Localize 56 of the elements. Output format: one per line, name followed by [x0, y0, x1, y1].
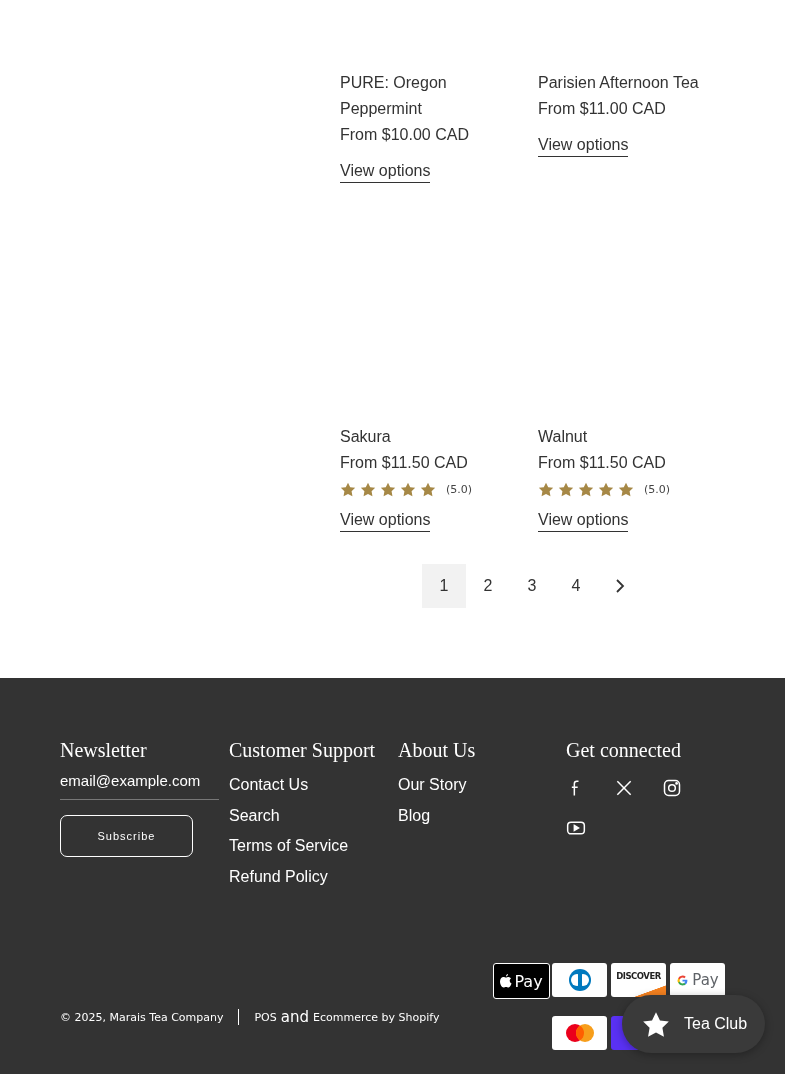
star-icon	[578, 482, 594, 497]
product-price: From $11.50 CAD	[340, 453, 468, 473]
page-link[interactable]: 3	[510, 564, 554, 608]
view-options-link[interactable]: View options	[340, 509, 431, 532]
page-link[interactable]: 4	[554, 564, 598, 608]
google-pay-badge: Pay	[670, 963, 725, 997]
pos-link[interactable]: POS	[254, 1010, 277, 1024]
column-heading: Get connected	[566, 738, 682, 762]
star-icon	[420, 482, 436, 497]
star-icon	[618, 482, 634, 497]
rating-value: (5.0)	[446, 483, 473, 496]
view-options-link[interactable]: View options	[538, 134, 629, 157]
column-heading: Customer Support	[229, 738, 377, 762]
footer-link[interactable]: Blog	[398, 800, 566, 831]
star-icon	[598, 482, 614, 497]
ecommerce-link[interactable]: Ecommerce by Shopify	[313, 1010, 440, 1024]
product-price: From $11.00 CAD	[538, 99, 666, 119]
x-icon[interactable]	[614, 778, 634, 798]
footer-link[interactable]: Our Story	[398, 770, 566, 801]
footer-link[interactable]: Terms of Service	[229, 831, 398, 862]
rating-value: (5.0)	[644, 483, 671, 496]
page-link[interactable]: 2	[466, 564, 510, 608]
view-options-link[interactable]: View options	[538, 509, 629, 532]
subscribe-button[interactable]: Subscribe	[60, 815, 193, 857]
email-field[interactable]: email@example.com	[60, 770, 219, 800]
star-icon	[360, 482, 376, 497]
chevron-right-icon	[615, 579, 625, 593]
column-heading: About Us	[398, 738, 477, 762]
star-icon	[558, 482, 574, 497]
page-link[interactable]: 1	[422, 564, 466, 608]
apple-pay-badge: Pay	[493, 963, 550, 999]
diners-badge	[552, 963, 607, 997]
footer-link[interactable]: Refund Policy	[229, 861, 398, 892]
company-link[interactable]: Marais Tea Company	[109, 1010, 224, 1024]
copyright-text: © 2025,	[60, 1010, 106, 1024]
footer-link[interactable]: Contact Us	[229, 770, 398, 801]
footer-link[interactable]: Search	[229, 800, 398, 831]
product-title: PURE: Oregon Peppermint	[340, 73, 448, 119]
and-text: and	[280, 1008, 309, 1026]
star-icon	[380, 482, 396, 497]
product-title: Parisien Afternoon Tea	[538, 73, 700, 93]
instagram-icon[interactable]	[662, 778, 682, 798]
discover-badge: DISCOVER	[611, 963, 666, 997]
tea-club-button[interactable]: Tea Club	[622, 995, 765, 1053]
mastercard-badge	[552, 1016, 607, 1050]
view-options-link[interactable]: View options	[340, 160, 431, 183]
product-price: From $10.00 CAD	[340, 125, 469, 145]
product-title: Walnut	[538, 427, 589, 447]
star-icon	[538, 482, 554, 497]
star-icon	[642, 1010, 670, 1038]
product-price: From $11.50 CAD	[538, 453, 666, 473]
star-icon	[340, 482, 356, 497]
star-icon	[400, 482, 416, 497]
youtube-icon[interactable]	[566, 818, 586, 838]
column-heading: Newsletter	[60, 738, 148, 762]
product-title: Sakura	[340, 427, 392, 447]
